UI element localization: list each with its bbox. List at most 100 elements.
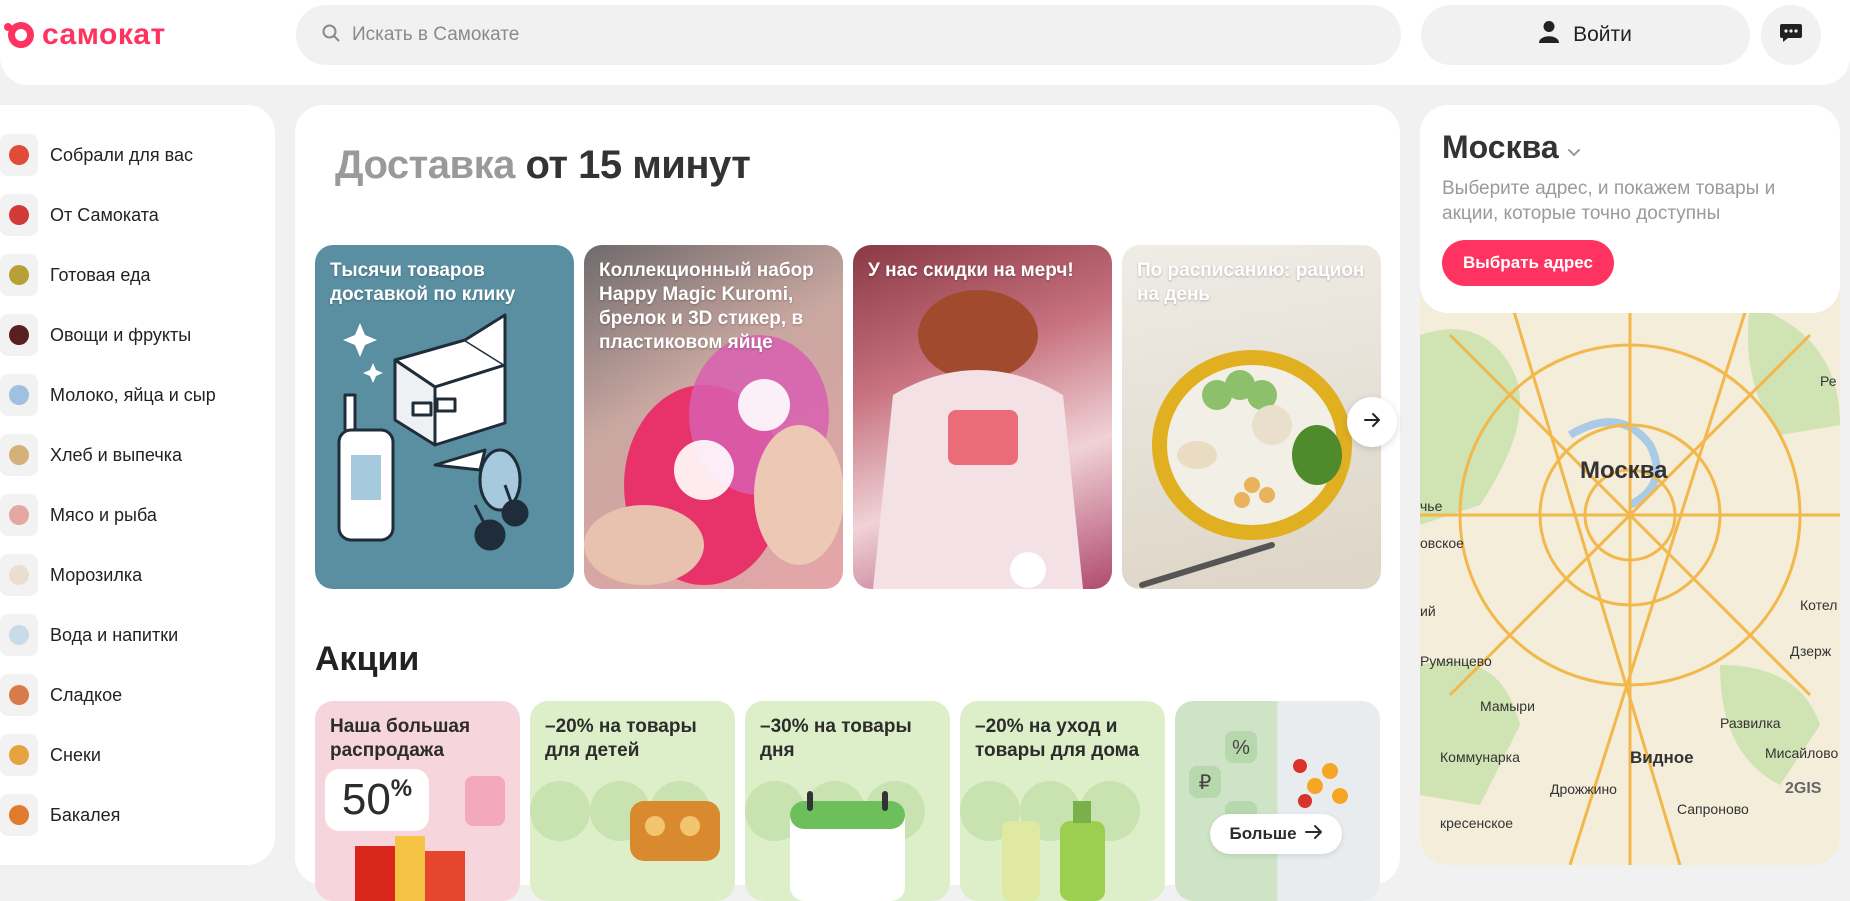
logo-text: самокат — [42, 18, 166, 51]
sidebar-category[interactable]: Бакалея — [0, 785, 275, 845]
search-icon — [322, 24, 340, 47]
category-image — [9, 385, 29, 405]
map-label: Развилка — [1720, 715, 1781, 731]
category-image — [9, 445, 29, 465]
sidebar-category[interactable]: От Самоката — [0, 185, 275, 245]
map-label: овское — [1420, 535, 1464, 551]
search-input[interactable] — [352, 24, 1252, 46]
category-thumbnail — [0, 794, 38, 836]
map-label: кресенское — [1440, 815, 1514, 831]
map-label: Румянцево — [1420, 653, 1492, 669]
sidebar-category-label: Мясо и рыба — [50, 504, 157, 525]
carousel-next-button[interactable] — [1347, 397, 1397, 447]
sidebar-category[interactable]: Овощи и фрукты — [0, 305, 275, 365]
category-thumbnail — [0, 254, 38, 296]
chat-icon — [1779, 22, 1803, 49]
story-title: Тысячи товаров доставкой по клику — [330, 260, 516, 305]
sidebar-category[interactable]: Собрали для вас — [0, 125, 275, 185]
map-label: Сапроново — [1677, 801, 1749, 817]
chevron-down-icon — [1567, 129, 1581, 166]
category-thumbnail — [0, 734, 38, 776]
more-promos-button[interactable]: Больше — [1210, 814, 1342, 854]
category-image — [9, 145, 29, 165]
story-card[interactable]: По расписанию: рацион на день — [1122, 245, 1381, 589]
promo-card[interactable]: Наша большая распродажа 50% — [315, 701, 520, 901]
category-thumbnail — [0, 614, 38, 656]
sidebar-category-label: Готовая еда — [50, 264, 151, 285]
category-image — [9, 805, 29, 825]
city-name: Москва — [1442, 129, 1559, 165]
sidebar-category[interactable]: Вода и напитки — [0, 605, 275, 665]
svg-text:₽: ₽ — [1199, 772, 1212, 794]
map-label: ий — [1420, 603, 1436, 619]
category-thumbnail — [0, 134, 38, 176]
main-content: Доставка от 15 минут Тысячи товаров дост… — [295, 105, 1400, 901]
promo-card[interactable]: –20% на уход и товары для дома — [960, 701, 1165, 901]
sidebar-category[interactable]: Снеки — [0, 725, 275, 785]
story-card[interactable]: У нас скидки на мерч! — [853, 245, 1112, 589]
sidebar-category-label: Сладкое — [50, 684, 123, 705]
story-card[interactable]: Коллекционный набор Happy Magic Kuromi, … — [584, 245, 843, 589]
sidebar-category[interactable]: Готовая еда — [0, 245, 275, 305]
more-promos-illustration: % ₽ — [1189, 731, 1348, 833]
arrow-right-icon — [1362, 410, 1382, 435]
map-label: чье — [1420, 498, 1443, 514]
category-thumbnail — [0, 314, 38, 356]
sidebar-category-label: От Самоката — [50, 204, 159, 225]
category-thumbnail — [0, 374, 38, 416]
sidebar-category-label: Вода и напитки — [50, 624, 179, 645]
sidebar-category-label: Овощи и фрукты — [50, 324, 192, 345]
map-label: Мамыри — [1480, 698, 1535, 714]
category-image — [9, 745, 29, 765]
category-image — [9, 625, 29, 645]
map-label: Дзерж — [1790, 643, 1832, 659]
category-image — [9, 505, 29, 525]
promos-heading: Акции — [315, 640, 420, 678]
header: самокат Войти — [0, 0, 1850, 85]
sidebar-category[interactable]: Морозилка — [0, 545, 275, 605]
sidebar-category[interactable]: Мясо и рыба — [0, 485, 275, 545]
kids-products-illustration — [530, 781, 720, 861]
address-hint: Выберите адрес, и покажем товары и акции… — [1442, 178, 1776, 224]
user-icon — [1539, 20, 1560, 50]
page-title: Доставка от 15 минут — [335, 143, 751, 188]
category-sidebar: Собрали для вас От Самоката Готовая еда Ово… — [0, 105, 275, 865]
choose-address-button[interactable]: Выбрать адрес — [1442, 240, 1614, 286]
sidebar-category-label: Снеки — [50, 744, 101, 765]
map-city-label: Москва — [1580, 457, 1668, 484]
svg-text:%: % — [1232, 737, 1250, 759]
promo-card-more[interactable]: % ₽ Больше — [1175, 701, 1380, 901]
sidebar-category-label: Собрали для вас — [50, 144, 194, 165]
sidebar-category[interactable]: Молоко, яйца и сыр — [0, 365, 275, 425]
promo-card[interactable]: –20% на товары для детей — [530, 701, 735, 901]
map-label: Дрожжино — [1550, 781, 1617, 797]
login-button[interactable]: Войти — [1421, 5, 1750, 65]
map-label: Котел — [1800, 597, 1838, 613]
sidebar-category[interactable]: Хлеб и выпечка — [0, 425, 275, 485]
login-label: Войти — [1573, 23, 1632, 46]
category-image — [9, 685, 29, 705]
promos-row: Наша большая распродажа 50% –20% на това… — [315, 701, 1380, 901]
merch-photo — [873, 290, 1083, 589]
search-bar[interactable] — [296, 5, 1401, 65]
category-image — [9, 205, 29, 225]
map-label: Ре — [1820, 373, 1837, 389]
chat-button[interactable] — [1761, 5, 1821, 65]
household-products-illustration — [960, 781, 1140, 901]
sidebar-category[interactable]: Сладкое — [0, 665, 275, 725]
logo[interactable]: самокат — [4, 18, 166, 52]
map-label: Видное — [1630, 748, 1694, 767]
map-label: Мисайлово — [1765, 745, 1839, 761]
more-label: Больше — [1229, 824, 1297, 843]
headline-muted: Доставка — [335, 143, 515, 187]
calendar-illustration — [745, 781, 925, 901]
address-card: Москва Выберите адрес, и покажем товары … — [1420, 105, 1840, 313]
story-title: Коллекционный набор Happy Magic Kuromi, … — [599, 260, 814, 353]
arrow-right-icon — [1304, 824, 1323, 845]
story-title: У нас скидки на мерч! — [868, 260, 1074, 281]
category-thumbnail — [0, 494, 38, 536]
story-card[interactable]: Тысячи товаров доставкой по клику — [315, 245, 574, 589]
stories-carousel: Тысячи товаров доставкой по клику Коллек… — [315, 245, 1381, 589]
city-selector[interactable]: Москва — [1442, 129, 1818, 166]
promo-card[interactable]: –30% на товары дня — [745, 701, 950, 901]
